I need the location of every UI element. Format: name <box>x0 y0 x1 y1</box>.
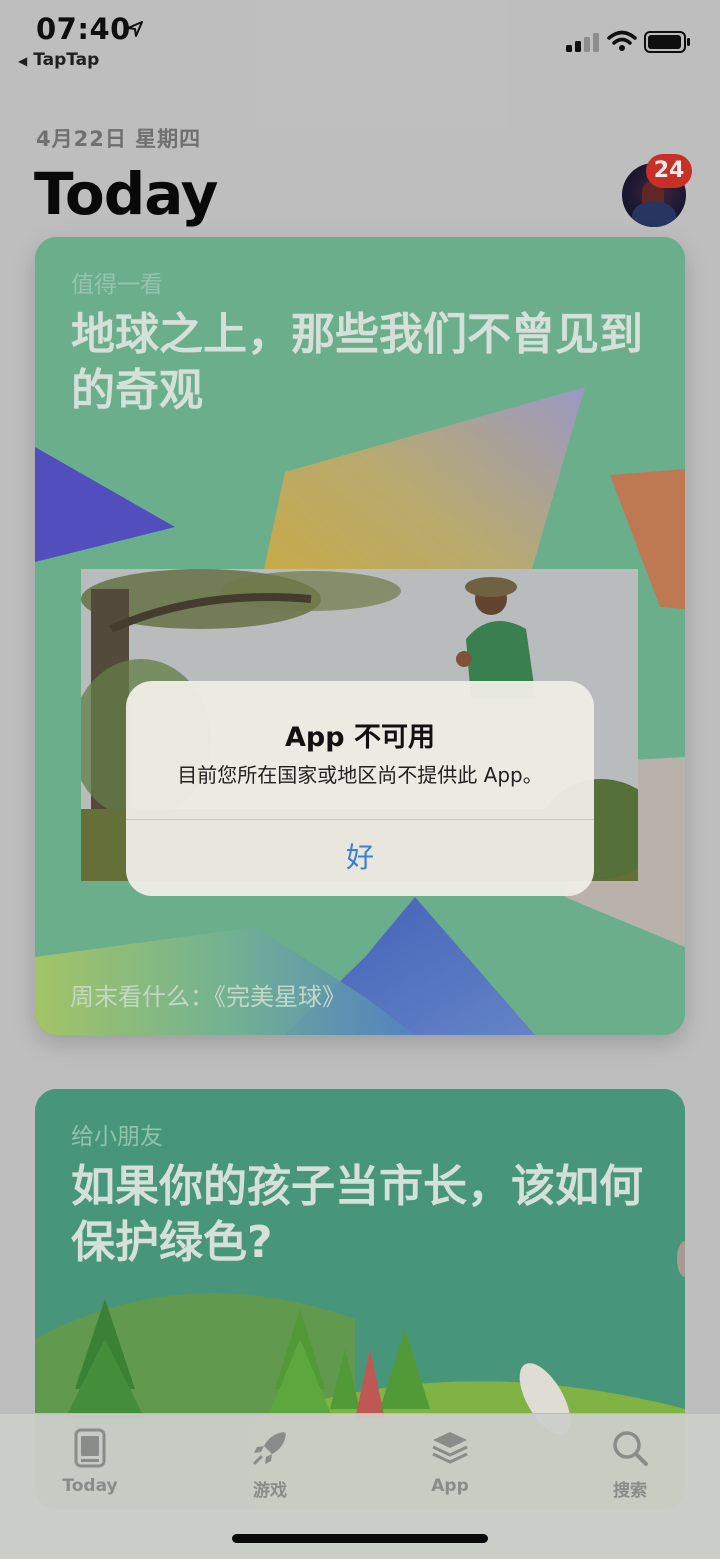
alert-ok-button[interactable]: 好 <box>126 820 594 896</box>
tab-apps[interactable]: App <box>360 1414 540 1524</box>
alert-message: 目前您所在国家或地区尚不提供此 App。 <box>177 763 543 787</box>
tab-apps-label: App <box>431 1476 469 1496</box>
tab-today[interactable]: Today <box>0 1414 180 1524</box>
tab-today-label: Today <box>62 1476 118 1496</box>
tab-games-label: 游戏 <box>253 1481 287 1501</box>
layers-icon <box>432 1432 468 1464</box>
tab-games[interactable]: 游戏 <box>180 1414 360 1524</box>
alert-title: App 不可用 <box>285 722 435 753</box>
search-icon <box>613 1431 648 1466</box>
today-icon <box>74 1428 106 1468</box>
home-indicator[interactable] <box>232 1534 488 1543</box>
rocket-icon <box>253 1432 286 1465</box>
tab-search-label: 搜索 <box>613 1481 647 1501</box>
app-unavailable-alert: App 不可用 目前您所在国家或地区尚不提供此 App。 好 <box>126 681 594 896</box>
tab-search[interactable]: 搜索 <box>540 1414 720 1524</box>
